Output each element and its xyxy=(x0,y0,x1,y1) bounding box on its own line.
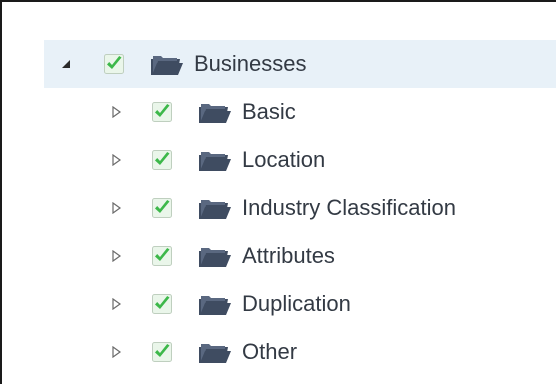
tree-node-label: Industry Classification xyxy=(242,195,456,220)
checkbox-checked-icon[interactable] xyxy=(104,54,124,74)
tree-node-industry-classification[interactable]: Industry Classification xyxy=(44,184,556,232)
folder-open-icon xyxy=(198,293,232,317)
tree-node-basic[interactable]: Basic xyxy=(44,88,556,136)
checkbox-checked-icon[interactable] xyxy=(152,342,172,362)
tree-panel: Businesses Basic Location Industry Class… xyxy=(0,0,556,384)
checkbox-checked-icon[interactable] xyxy=(152,102,172,122)
tree-node-label: Businesses xyxy=(194,51,307,76)
folder-open-icon xyxy=(198,101,232,125)
tree-node-businesses[interactable]: Businesses xyxy=(44,40,556,88)
tree-node-attributes[interactable]: Attributes xyxy=(44,232,556,280)
checkbox-checked-icon[interactable] xyxy=(152,150,172,170)
expand-triangle-icon[interactable] xyxy=(110,202,122,214)
tree-node-label: Location xyxy=(242,147,326,172)
tree-node-other[interactable]: Other xyxy=(44,328,556,376)
collapse-triangle-icon[interactable] xyxy=(60,58,72,70)
folder-open-icon xyxy=(198,245,232,269)
tree-node-label: Duplication xyxy=(242,291,351,316)
tree-node-duplication[interactable]: Duplication xyxy=(44,280,556,328)
expand-triangle-icon[interactable] xyxy=(110,250,122,262)
category-tree: Businesses Basic Location Industry Class… xyxy=(44,40,556,376)
expand-triangle-icon[interactable] xyxy=(110,346,122,358)
tree-node-label: Other xyxy=(242,339,298,364)
checkbox-checked-icon[interactable] xyxy=(152,294,172,314)
expand-triangle-icon[interactable] xyxy=(110,298,122,310)
tree-node-location[interactable]: Location xyxy=(44,136,556,184)
expand-triangle-icon[interactable] xyxy=(110,154,122,166)
tree-node-label: Attributes xyxy=(242,243,335,268)
checkbox-checked-icon[interactable] xyxy=(152,198,172,218)
tree-node-label: Basic xyxy=(242,99,296,124)
folder-open-icon xyxy=(198,341,232,365)
expand-triangle-icon[interactable] xyxy=(110,106,122,118)
checkbox-checked-icon[interactable] xyxy=(152,246,172,266)
folder-open-icon xyxy=(150,53,184,77)
folder-open-icon xyxy=(198,197,232,221)
folder-open-icon xyxy=(198,149,232,173)
